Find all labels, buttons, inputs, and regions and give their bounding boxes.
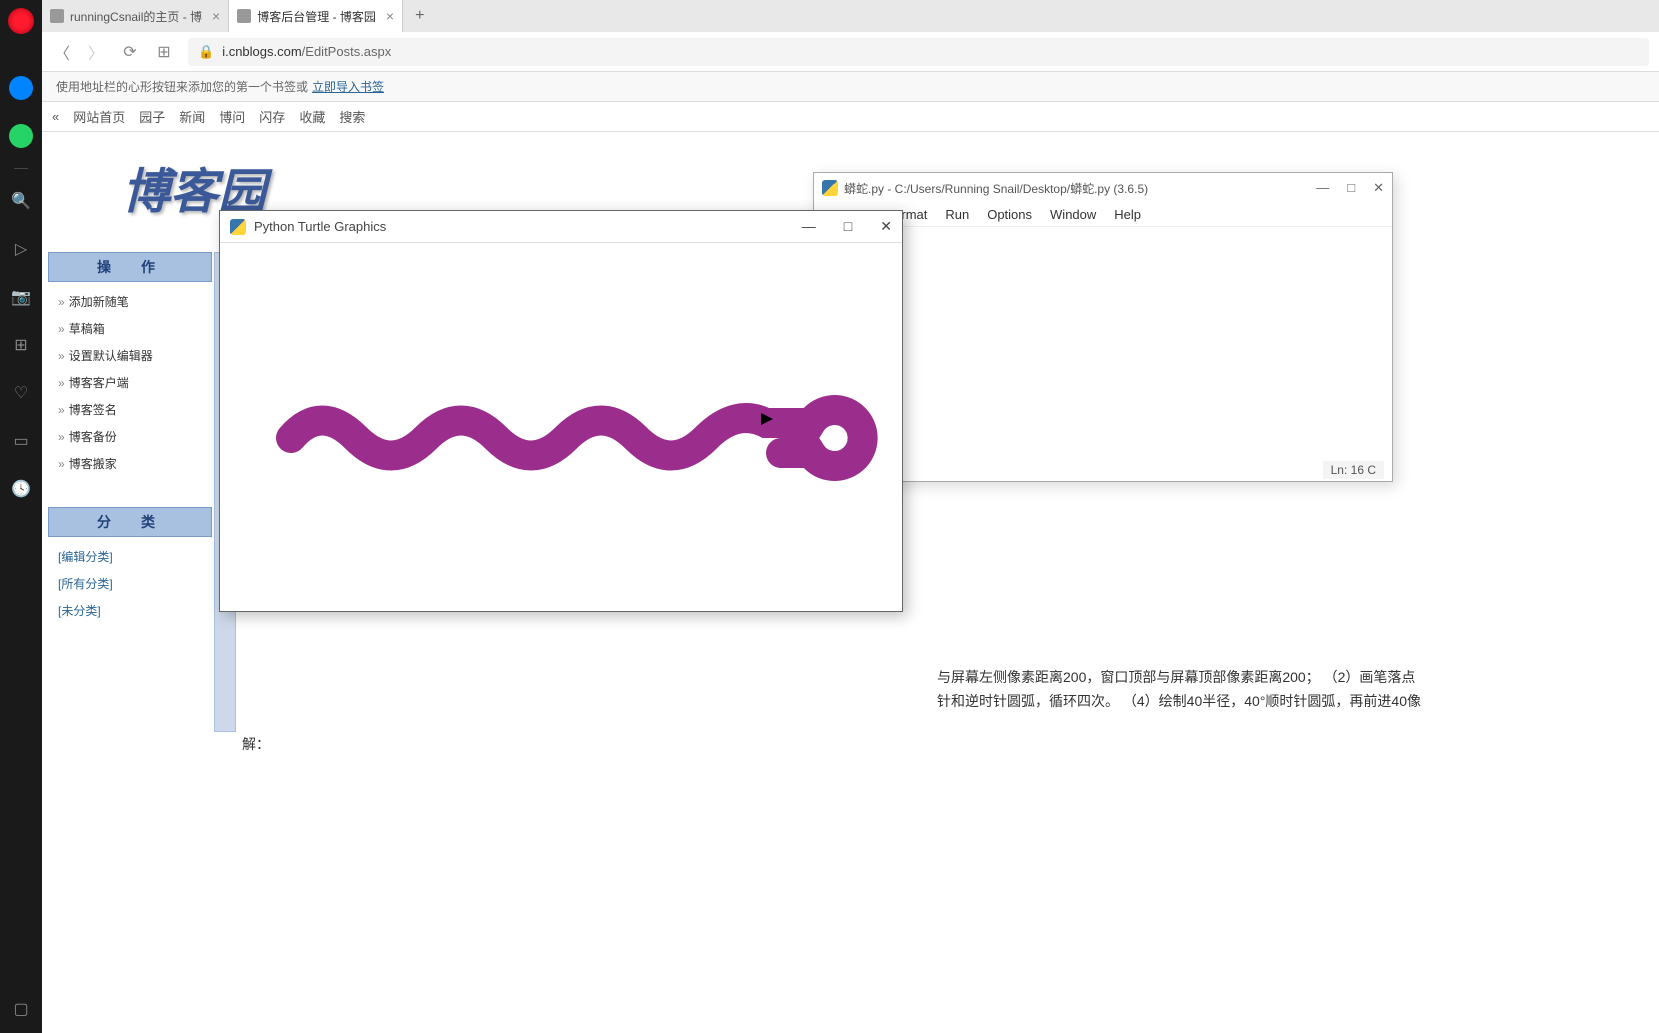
tab-title: 博客后台管理 - 博客园	[257, 8, 376, 25]
new-tab-button[interactable]: +	[403, 7, 436, 25]
address-bar: 〈 〉 ⟳ ⊞ 🔒 i.cnblogs.com/EditPosts.aspx	[42, 32, 1659, 72]
sidebar-link-all-cat[interactable]: [所有分类]	[48, 570, 212, 597]
url-host: i.cnblogs.com	[222, 44, 301, 59]
body-line-1: 与屏幕左侧像素距离200，窗口顶部与屏幕顶部像素距离200； （2）画笔落点	[937, 666, 1659, 690]
idle-window-buttons: — □ ✕	[1316, 180, 1384, 196]
sidebar-item-new-post[interactable]: »添加新随笔	[48, 288, 212, 315]
nav-yuanzi[interactable]: 园子	[139, 107, 165, 126]
opera-sidebar: 🔍 ▷ 📷 ⊞ ♡ ▭ 🕓 ▢	[0, 0, 42, 1033]
tab-title: runningCsnail的主页 - 博	[70, 8, 202, 25]
site-nav: « 网站首页 园子 新闻 博问 闪存 收藏 搜索	[42, 102, 1659, 132]
sidebar-item-client[interactable]: »博客客户端	[48, 369, 212, 396]
reader-icon[interactable]: ▭	[9, 429, 33, 453]
lock-icon: 🔒	[198, 44, 214, 60]
whatsapp-icon[interactable]	[9, 124, 33, 148]
sidebar-item-drafts[interactable]: »草稿箱	[48, 315, 212, 342]
close-button[interactable]: ✕	[880, 218, 892, 235]
ops-body: »添加新随笔 »草稿箱 »设置默认编辑器 »博客客户端 »博客签名 »博客备份 …	[48, 282, 212, 483]
separator	[14, 168, 28, 169]
tab-close-icon[interactable]: ×	[212, 8, 220, 24]
bookmark-hint-bar: 使用地址栏的心形按钮来添加您的第一个书签或 立即导入书签	[42, 72, 1659, 102]
close-button[interactable]: ✕	[1373, 180, 1384, 196]
tab-favicon-icon	[237, 9, 251, 23]
turtle-title: Python Turtle Graphics	[254, 219, 386, 234]
side-panel: 操 作 »添加新随笔 »草稿箱 »设置默认编辑器 »博客客户端 »博客签名 »博…	[48, 252, 212, 630]
minimize-button[interactable]: —	[802, 218, 816, 235]
minimize-button[interactable]: —	[1316, 180, 1329, 196]
body-jie: 解：	[242, 732, 1649, 757]
panel-toggle-icon[interactable]: ▢	[9, 997, 33, 1021]
forward-button[interactable]: 〉	[86, 42, 106, 62]
nav-news[interactable]: 新闻	[179, 107, 205, 126]
sidebar-item-editor[interactable]: »设置默认编辑器	[48, 342, 212, 369]
page-body-text-right: 与屏幕左侧像素距离200，窗口顶部与屏幕顶部像素距离200； （2）画笔落点 针…	[937, 666, 1659, 714]
chevron-icon: »	[58, 457, 65, 471]
tab-inactive[interactable]: runningCsnail的主页 - 博 ×	[42, 0, 229, 32]
menu-window[interactable]: Window	[1050, 207, 1096, 222]
nav-bowen[interactable]: 博问	[219, 107, 245, 126]
tab-close-icon[interactable]: ×	[386, 8, 394, 24]
nav-prefix: «	[52, 109, 59, 124]
body-line-2: 针和逆时针圆弧，循环四次。 （4）绘制40半径，40°顺时针圆弧，再前进40像	[937, 690, 1659, 714]
chevron-icon: »	[58, 403, 65, 417]
tab-favicon-icon	[50, 9, 64, 23]
chevron-icon: »	[58, 295, 65, 309]
turtle-canvas	[220, 243, 902, 611]
camera-icon[interactable]: 📷	[9, 285, 33, 309]
idle-titlebar[interactable]: 蟒蛇.py - C:/Users/Running Snail/Desktop/蟒…	[814, 173, 1392, 203]
back-button[interactable]: 〈	[52, 42, 72, 62]
python-icon	[822, 180, 838, 196]
idle-status-bar: Ln: 16 C	[1323, 461, 1384, 479]
menu-format[interactable]: rmat	[901, 207, 927, 222]
search-icon[interactable]: 🔍	[9, 189, 33, 213]
sidebar-item-backup[interactable]: »博客备份	[48, 423, 212, 450]
opera-logo-icon[interactable]	[8, 8, 34, 34]
cat-body: [编辑分类] [所有分类] [未分类]	[48, 537, 212, 630]
heart-icon[interactable]: ♡	[9, 381, 33, 405]
nav-search[interactable]: 搜索	[339, 107, 365, 126]
ops-header: 操 作	[48, 252, 212, 282]
chevron-icon: »	[58, 376, 65, 390]
tab-bar: runningCsnail的主页 - 博 × 博客后台管理 - 博客园 × +	[42, 0, 1659, 32]
snake-drawing	[220, 243, 902, 611]
page-body-text: 解：	[242, 732, 1649, 757]
sidebar-link-edit-cat[interactable]: [编辑分类]	[48, 543, 212, 570]
chevron-icon: »	[58, 430, 65, 444]
speed-dial-icon[interactable]: ⊞	[154, 42, 174, 62]
turtle-window: Python Turtle Graphics — □ ✕	[219, 210, 903, 612]
nav-shancun[interactable]: 闪存	[259, 107, 285, 126]
sidebar-item-signature[interactable]: »博客签名	[48, 396, 212, 423]
bookmark-hint-text: 使用地址栏的心形按钮来添加您的第一个书签或	[56, 78, 308, 95]
cat-header: 分 类	[48, 507, 212, 537]
python-icon	[230, 219, 246, 235]
reload-button[interactable]: ⟳	[120, 42, 140, 62]
tab-active[interactable]: 博客后台管理 - 博客园 ×	[229, 0, 403, 32]
menu-run[interactable]: Run	[945, 207, 969, 222]
turtle-titlebar[interactable]: Python Turtle Graphics — □ ✕	[220, 211, 902, 243]
chevron-icon: »	[58, 322, 65, 336]
send-icon[interactable]: ▷	[9, 237, 33, 261]
messenger-icon[interactable]	[9, 76, 33, 100]
menu-help[interactable]: Help	[1114, 207, 1141, 222]
url-input[interactable]: 🔒 i.cnblogs.com/EditPosts.aspx	[188, 38, 1649, 66]
maximize-button[interactable]: □	[1347, 180, 1355, 196]
import-bookmarks-link[interactable]: 立即导入书签	[312, 78, 384, 95]
chevron-icon: »	[58, 349, 65, 363]
menu-options[interactable]: Options	[987, 207, 1032, 222]
apps-icon[interactable]: ⊞	[9, 333, 33, 357]
sidebar-item-move[interactable]: »博客搬家	[48, 450, 212, 477]
turtle-window-buttons: — □ ✕	[802, 218, 892, 235]
nav-home[interactable]: 网站首页	[73, 107, 125, 126]
url-path: /EditPosts.aspx	[302, 44, 392, 59]
history-icon[interactable]: 🕓	[9, 477, 33, 501]
maximize-button[interactable]: □	[844, 218, 852, 235]
sidebar-link-uncat[interactable]: [未分类]	[48, 597, 212, 624]
nav-shoucang[interactable]: 收藏	[299, 107, 325, 126]
idle-title: 蟒蛇.py - C:/Users/Running Snail/Desktop/蟒…	[844, 180, 1148, 197]
